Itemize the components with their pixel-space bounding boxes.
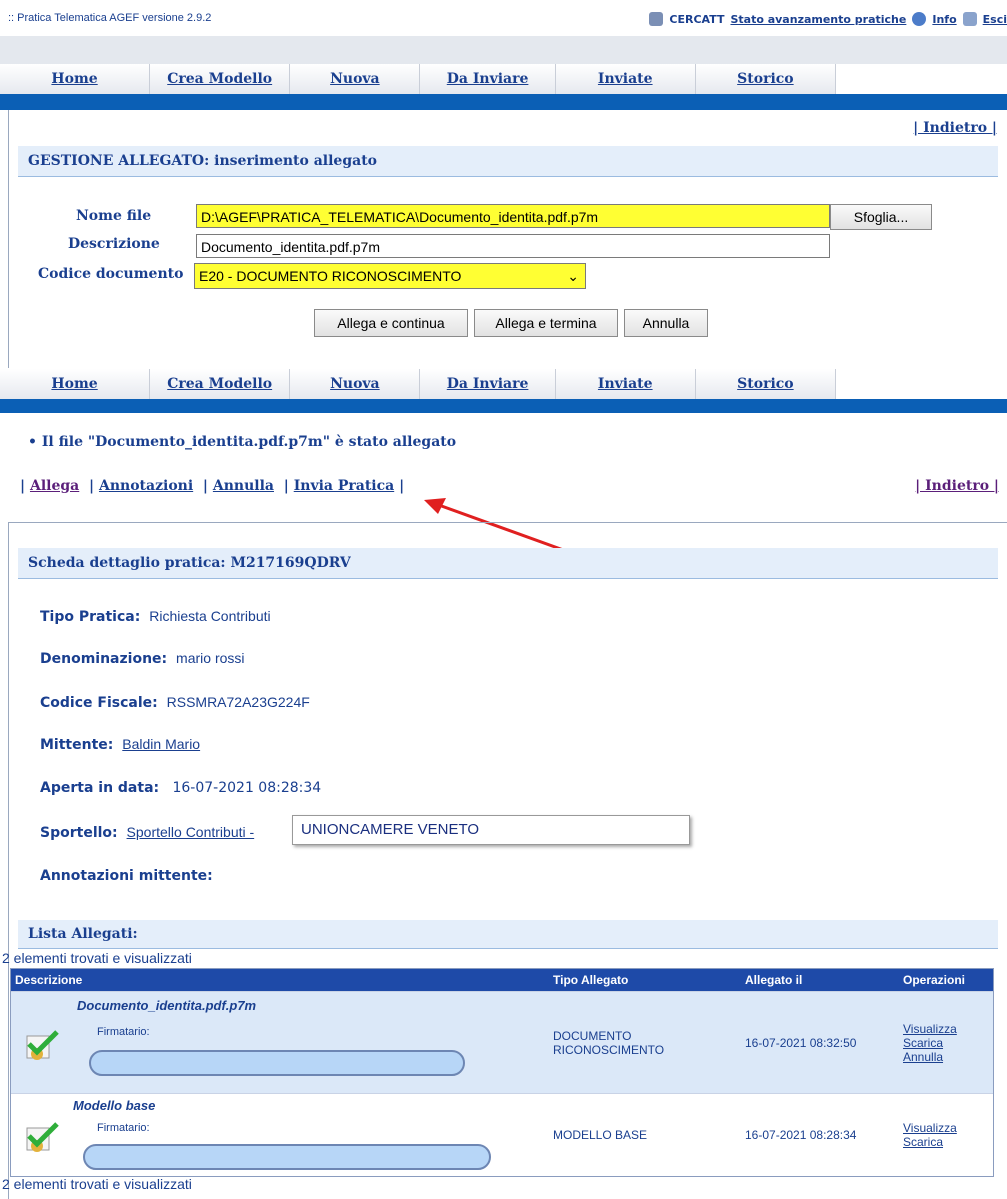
- signed-check-icon: [25, 1120, 61, 1154]
- scarica-link[interactable]: Scarica: [903, 1135, 992, 1149]
- row2-signer-redacted: [83, 1144, 491, 1170]
- table-header: Descrizione Tipo Allegato Allegato il Op…: [11, 969, 993, 992]
- tipo-pratica-row: Tipo Pratica: Richiesta Contributi: [40, 608, 271, 625]
- row1-tipo: DOCUMENTO RICONOSCIMENTO: [549, 991, 741, 1094]
- row1-firmatario: Firmatario:: [97, 1026, 150, 1038]
- scarica-link[interactable]: Scarica: [903, 1036, 992, 1050]
- row1-file-name[interactable]: Documento_identita.pdf.p7m: [77, 998, 256, 1013]
- row2-data: 16-07-2021 08:28:34: [741, 1093, 899, 1176]
- col-operazioni: Operazioni: [899, 969, 993, 992]
- row2-firmatario: Firmatario:: [97, 1122, 150, 1134]
- table-row: Documento_identita.pdf.p7m Firmatario: D…: [11, 991, 993, 1094]
- sportello-tooltip: UNIONCAMERE VENETO: [292, 815, 690, 845]
- sportello-row: Sportello: Sportello Contributi -: [40, 824, 255, 841]
- denominazione-row: Denominazione: mario rossi: [40, 650, 245, 667]
- annulla-allegato-link[interactable]: Annulla: [903, 1050, 992, 1064]
- col-tipo: Tipo Allegato: [549, 969, 741, 992]
- aperta-row: Aperta in data: 16-07-2021 08:28:34: [40, 780, 322, 796]
- col-data: Allegato il: [741, 969, 899, 992]
- visualizza-link[interactable]: Visualizza: [903, 1022, 992, 1036]
- row2-file-name[interactable]: Modello base: [73, 1098, 155, 1113]
- annotazioni-row: Annotazioni mittente:: [40, 868, 213, 884]
- row1-signer-redacted: [89, 1050, 465, 1076]
- allegati-count-top: 2 elementi trovati e visualizzati: [2, 950, 192, 966]
- row1-descrizione: Documento_identita.pdf.p7m Firmatario:: [11, 991, 549, 1094]
- row2-descrizione: Modello base Firmatario:: [11, 1093, 549, 1176]
- allegati-count-bottom: 2 elementi trovati e visualizzati: [2, 1176, 192, 1192]
- allegati-table-wrap: Descrizione Tipo Allegato Allegato il Op…: [10, 968, 994, 1177]
- visualizza-link[interactable]: Visualizza: [903, 1121, 992, 1135]
- allegati-title: Lista Allegati:: [18, 920, 998, 949]
- detail-title: Scheda dettaglio pratica: M217169QDRV: [18, 548, 998, 579]
- codice-fiscale-row: Codice Fiscale: RSSMRA72A23G224F: [40, 694, 310, 711]
- row2-tipo: MODELLO BASE: [549, 1093, 741, 1176]
- mittente-row: Mittente: Baldin Mario: [40, 736, 201, 753]
- sportello-link[interactable]: Sportello Contributi -: [127, 824, 255, 840]
- allegati-table: Descrizione Tipo Allegato Allegato il Op…: [11, 969, 993, 1176]
- mittente-link[interactable]: Baldin Mario: [122, 736, 200, 752]
- row1-data: 16-07-2021 08:32:50: [741, 991, 899, 1094]
- col-descrizione: Descrizione: [11, 969, 549, 992]
- table-row: Modello base Firmatario: MODELLO BASE 16…: [11, 1093, 993, 1176]
- signed-check-icon: [25, 1028, 61, 1062]
- row1-operazioni: Visualizza Scarica Annulla: [899, 991, 993, 1094]
- row2-operazioni: Visualizza Scarica: [899, 1093, 993, 1176]
